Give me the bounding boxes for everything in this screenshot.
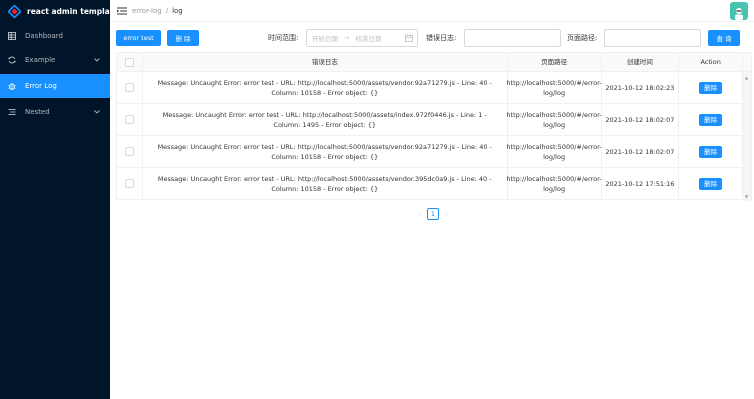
row-created-time: 2021-10-12 17:51:16 (602, 168, 680, 199)
row-delete-button[interactable]: 删除 (699, 177, 723, 190)
error-log-label: 错误日志: (426, 34, 457, 42)
error-log-input[interactable] (464, 29, 561, 47)
error-test-button[interactable]: error test (116, 30, 161, 46)
table-row: Message: Uncaught Error: error test - UR… (117, 136, 751, 168)
column-header-error-log: 错误日志 (143, 53, 508, 71)
pagination-next-button[interactable]: › (442, 210, 450, 218)
pagination-prev-button[interactable]: ‹ (416, 210, 424, 218)
column-header-page-path: 页面路径 (508, 53, 602, 71)
sidebar-menu: Dashboard Example Error Log Nested (0, 24, 110, 124)
sync-icon (7, 56, 17, 64)
scroll-down-icon[interactable]: ▼ (745, 194, 748, 199)
row-checkbox[interactable] (124, 83, 134, 92)
row-created-time: 2021-10-12 18:02:07 (602, 136, 680, 167)
avatar-figure-icon (735, 8, 743, 20)
row-page-path: http://localhost:5000/#/error-log/log (506, 168, 602, 199)
sidebar-item-label: Error Log (25, 82, 57, 90)
start-date-placeholder: 开始日期 (312, 35, 338, 43)
sidebar-item-label: Dashboard (25, 32, 63, 40)
toolbar: error test 删 除 时间范围: 开始日期 → 结束日期 错误日志: 页… (110, 22, 754, 50)
error-log-table: 错误日志 页面路径 创建时间 Action Message: Uncaught … (116, 52, 752, 201)
select-all-cell (117, 53, 143, 71)
row-delete-button[interactable]: 删除 (699, 145, 723, 158)
menu-fold-icon[interactable] (117, 7, 127, 15)
delete-button[interactable]: 删 除 (167, 30, 199, 46)
range-arrow: → (344, 34, 350, 42)
chevron-down-icon (94, 108, 100, 116)
sidebar-item-error-log[interactable]: Error Log (0, 74, 110, 98)
row-page-path: http://localhost:5000/#/error-log/log (506, 104, 602, 135)
row-created-time: 2021-10-12 18:02:23 (602, 72, 680, 103)
row-error-message: Message: Uncaught Error: error test - UR… (143, 168, 508, 199)
table-scrollbar[interactable]: ▲ ▼ (743, 72, 751, 201)
row-created-time: 2021-10-12 18:02:07 (602, 104, 680, 135)
page-path-label: 页面路径: (567, 34, 598, 42)
column-header-action: Action (679, 53, 744, 71)
react-logo-icon (7, 3, 22, 19)
app-logo[interactable]: react admin template (0, 0, 118, 22)
menu-icon (7, 108, 17, 116)
sidebar-item-example[interactable]: Example (0, 48, 110, 72)
table-row: Message: Uncaught Error: error test - UR… (117, 104, 751, 136)
table-header-row: 错误日志 页面路径 创建时间 Action (117, 53, 751, 72)
chevron-down-icon (94, 56, 100, 64)
time-range-label: 时间范围: (268, 34, 299, 42)
calendar-icon (405, 34, 413, 44)
row-page-path: http://localhost:5000/#/error-log/log (506, 72, 602, 103)
column-header-created-time: 创建时间 (602, 53, 680, 71)
page-path-input[interactable] (604, 29, 701, 47)
bug-icon (7, 82, 17, 90)
pagination: ‹ 1 › (416, 208, 450, 220)
sidebar-item-nested[interactable]: Nested (0, 100, 110, 124)
select-all-checkbox[interactable] (124, 57, 134, 67)
avatar[interactable] (730, 2, 748, 20)
search-button[interactable]: 查 询 (708, 30, 740, 46)
sidebar-item-label: Nested (25, 108, 50, 116)
row-checkbox[interactable] (124, 147, 134, 156)
row-checkbox[interactable] (124, 179, 134, 188)
row-error-message: Message: Uncaught Error: error test - UR… (143, 72, 508, 103)
breadcrumb: error-log / log (132, 7, 183, 15)
scroll-up-icon[interactable]: ▲ (745, 75, 748, 80)
table-icon (7, 32, 17, 40)
row-error-message: Message: Uncaught Error: error test - UR… (143, 104, 508, 135)
end-date-placeholder: 结束日期 (355, 35, 382, 43)
table-row: Message: Uncaught Error: error test - UR… (117, 72, 751, 104)
scrollbar-header-cell (743, 53, 751, 71)
top-header: error-log / log (110, 0, 754, 22)
row-delete-button[interactable]: 删除 (699, 81, 723, 94)
sidebar: react admin template Dashboard Example E… (0, 0, 118, 399)
sidebar-item-label: Example (25, 56, 56, 64)
breadcrumb-item-log: log (172, 6, 183, 15)
app-title: react admin template (27, 6, 119, 16)
date-range-picker[interactable]: 开始日期 → 结束日期 (306, 29, 418, 47)
row-delete-button[interactable]: 删除 (699, 113, 723, 126)
breadcrumb-separator: / (165, 6, 169, 15)
row-checkbox[interactable] (124, 115, 134, 124)
row-page-path: http://localhost:5000/#/error-log/log (506, 136, 602, 167)
row-error-message: Message: Uncaught Error: error test - UR… (143, 136, 508, 167)
table-row: Message: Uncaught Error: error test - UR… (117, 168, 751, 200)
breadcrumb-item-error-log[interactable]: error-log (132, 7, 162, 15)
pagination-page-1[interactable]: 1 (427, 208, 439, 220)
sidebar-item-dashboard[interactable]: Dashboard (0, 24, 110, 48)
